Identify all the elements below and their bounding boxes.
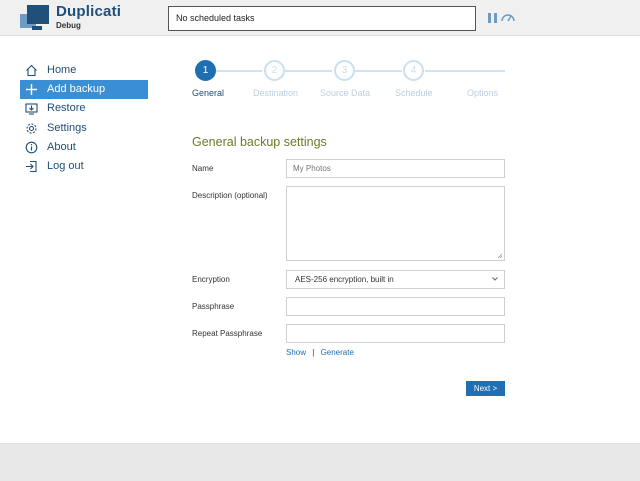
step-schedule-label[interactable]: Schedule	[395, 88, 433, 98]
step-general-label[interactable]: General	[192, 88, 224, 98]
generate-passphrase-link[interactable]: Generate	[321, 348, 354, 357]
chevron-down-icon	[492, 277, 498, 281]
step-connector	[216, 70, 262, 72]
speedometer-icon[interactable]	[501, 12, 515, 22]
step-connector	[355, 70, 402, 72]
sidebar-item-label: Add backup	[47, 83, 106, 96]
sidebar-item-restore[interactable]: Restore	[20, 99, 148, 118]
sidebar-item-logout[interactable]: Log out	[20, 157, 148, 176]
brand-subtitle: Debug	[56, 21, 81, 30]
sidebar-item-label: About	[47, 140, 76, 153]
sidebar-item-about[interactable]: About	[20, 138, 148, 157]
status-text: No scheduled tasks	[176, 13, 255, 23]
step-destination-label[interactable]: Destination	[253, 88, 298, 98]
name-input[interactable]	[286, 159, 505, 178]
sidebar-nav: Home Add backup Restore Settings About L…	[20, 61, 148, 176]
plus-icon	[24, 83, 38, 97]
logout-icon	[24, 159, 38, 173]
step-connector	[285, 70, 332, 72]
sidebar-item-label: Settings	[47, 121, 87, 134]
step-schedule-circle[interactable]: 4	[403, 60, 424, 81]
pause-icon[interactable]	[488, 13, 497, 23]
step-destination-circle[interactable]: 2	[264, 60, 285, 81]
step-options-label[interactable]: Options	[467, 88, 498, 98]
passphrase-links: Show | Generate	[286, 348, 354, 357]
description-textarea[interactable]	[286, 186, 505, 261]
sidebar-item-label: Restore	[47, 102, 86, 115]
page-footer	[0, 443, 640, 481]
repeat-passphrase-label: Repeat Passphrase	[192, 329, 263, 338]
gear-icon	[24, 121, 38, 135]
step-general-circle[interactable]: 1	[195, 60, 216, 81]
app-header: Duplicati Debug No scheduled tasks	[0, 0, 640, 36]
passphrase-input[interactable]	[286, 297, 505, 316]
sidebar-item-home[interactable]: Home	[20, 61, 148, 80]
sidebar-item-settings[interactable]: Settings	[20, 119, 148, 138]
passphrase-label: Passphrase	[192, 302, 235, 311]
resize-grip-icon[interactable]	[497, 253, 503, 259]
section-title: General backup settings	[192, 135, 327, 149]
restore-icon	[24, 102, 38, 116]
next-button[interactable]: Next >	[466, 381, 505, 396]
repeat-passphrase-input[interactable]	[286, 324, 505, 343]
name-label: Name	[192, 164, 214, 173]
encryption-select[interactable]: AES-256 encryption, built in	[286, 270, 505, 289]
step-source-label[interactable]: Source Data	[320, 88, 370, 98]
description-label: Description (optional)	[192, 191, 268, 200]
link-separator: |	[312, 348, 315, 357]
sidebar-item-add-backup[interactable]: Add backup	[20, 80, 148, 100]
info-icon	[24, 140, 38, 154]
sidebar-item-label: Home	[47, 64, 77, 76]
encryption-label: Encryption	[192, 275, 230, 284]
sidebar-item-label: Log out	[47, 159, 84, 172]
brand-title: Duplicati	[56, 3, 122, 20]
step-connector	[425, 70, 505, 72]
show-passphrase-link[interactable]: Show	[286, 348, 306, 357]
duplicati-logo-icon	[20, 5, 49, 30]
task-status-box: No scheduled tasks	[168, 6, 476, 31]
step-source-circle[interactable]: 3	[334, 60, 355, 81]
encryption-selected-value: AES-256 encryption, built in	[295, 275, 394, 284]
home-icon	[24, 64, 38, 78]
wizard-steps: 1 2 3 4 General Destination Source Data …	[190, 60, 510, 100]
